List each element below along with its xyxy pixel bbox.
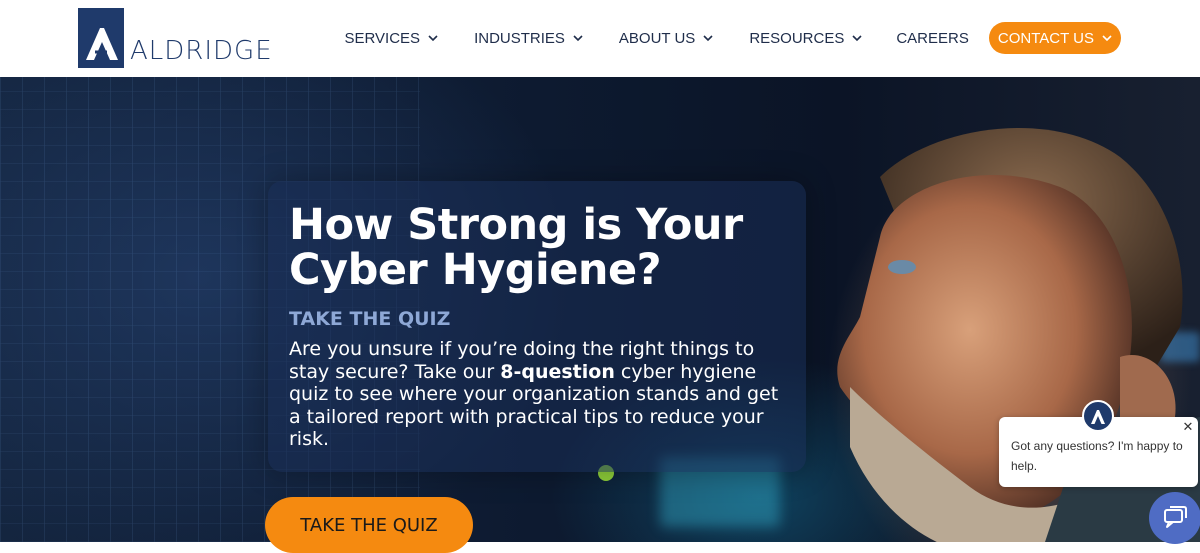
nav-item-about-us[interactable]: ABOUT US	[619, 30, 713, 47]
nav-item-label: CAREERS	[896, 29, 969, 47]
chat-launcher-button[interactable]	[1149, 492, 1200, 544]
nav-item-label: RESOURCES	[749, 29, 845, 47]
take-quiz-label: TAKE THE QUIZ	[300, 515, 438, 536]
nav-item-label: INDUSTRIES	[474, 29, 565, 47]
chevron-down-icon	[573, 35, 583, 42]
nav-item-services[interactable]: SERVICES	[344, 30, 438, 47]
brand-name: ALDRIDGE	[130, 36, 273, 66]
hero-subtitle: TAKE THE QUIZ	[289, 308, 451, 330]
contact-us-button[interactable]: CONTACT US	[988, 22, 1121, 54]
nav-item-resources[interactable]: RESOURCES	[749, 30, 862, 47]
site-header: ALDRIDGE SERVICES INDUSTRIES ABOUT US RE…	[0, 0, 1200, 77]
chat-message-text: Got any questions? I'm happy to help.	[1011, 439, 1183, 473]
chat-agent-avatar	[1082, 400, 1114, 432]
chevron-down-icon	[852, 35, 862, 42]
nav-item-label: SERVICES	[344, 29, 421, 47]
hero-description-highlight: 8-question	[500, 360, 615, 383]
nav-item-label: ABOUT US	[618, 29, 696, 47]
logo-mark-icon	[1091, 410, 1105, 424]
contact-us-label: CONTACT US	[997, 29, 1094, 47]
nav-item-industries[interactable]: INDUSTRIES	[474, 30, 583, 47]
close-icon[interactable]: ✕	[1181, 420, 1195, 434]
hero-title: How Strong is Your Cyber Hygiene?	[289, 200, 743, 295]
chevron-down-icon	[1102, 35, 1112, 42]
main-nav: SERVICES INDUSTRIES ABOUT US RESOURCES C…	[344, 22, 1121, 54]
chevron-down-icon	[428, 35, 438, 42]
hero-description: Are you unsure if you’re doing the right…	[289, 338, 794, 451]
take-quiz-button[interactable]: TAKE THE QUIZ	[265, 497, 473, 553]
chevron-down-icon	[703, 35, 713, 42]
nav-item-careers[interactable]: CAREERS	[896, 30, 969, 47]
brand-logo[interactable]: ALDRIDGE	[78, 8, 273, 68]
chat-icon	[1164, 506, 1187, 528]
logo-mark-icon	[78, 8, 124, 68]
